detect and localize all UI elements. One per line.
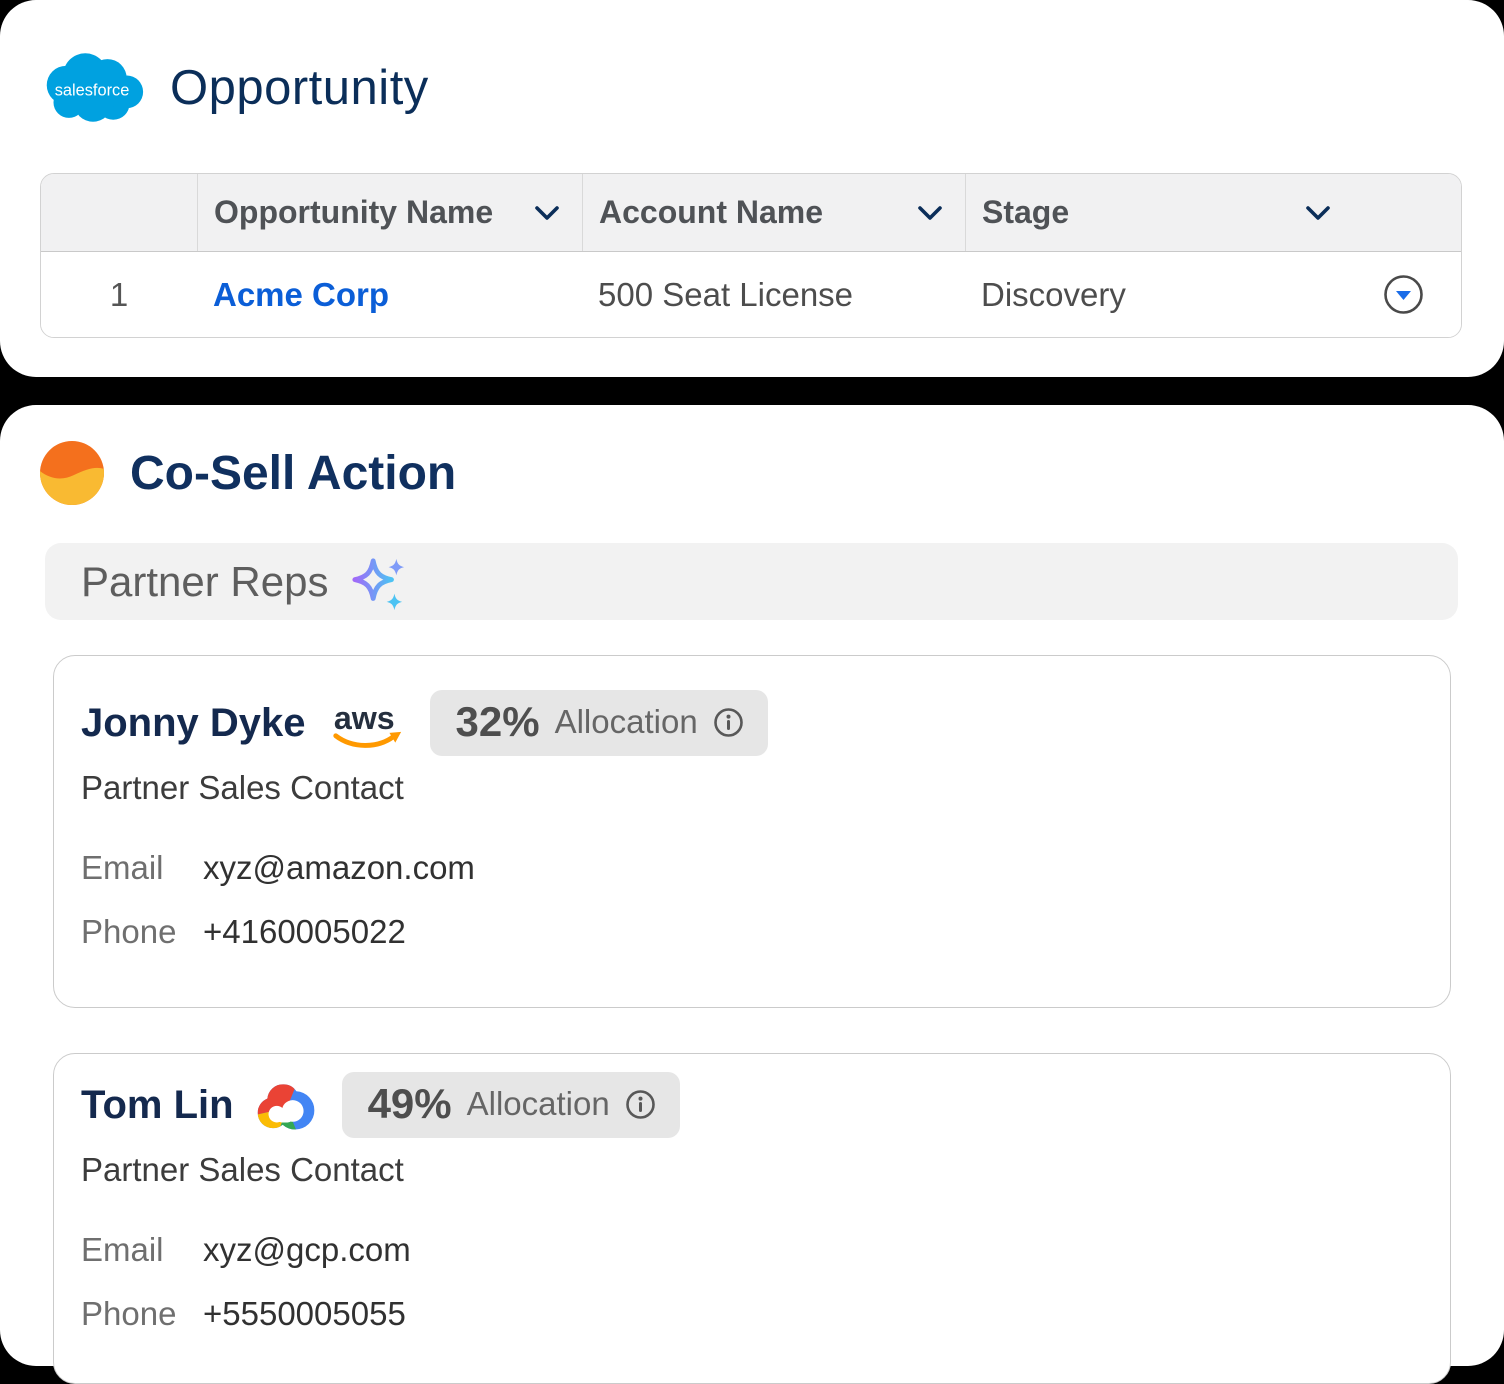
opportunity-header: salesforce Opportunity [0, 0, 1504, 126]
allocation-badge: 32% Allocation [430, 690, 768, 756]
phone-label: Phone [81, 913, 203, 951]
ai-sparkles-icon [348, 556, 408, 612]
aws-logo-icon: aws [327, 699, 407, 753]
chevron-down-icon[interactable] [1305, 205, 1331, 221]
cosell-sun-logo-icon [40, 441, 104, 505]
rep-name: Jonny Dyke [81, 701, 306, 746]
salesforce-wordmark: salesforce [55, 82, 130, 100]
salesforce-opportunity-card: salesforce Opportunity Opportunity Name … [0, 0, 1504, 377]
phone-row: Phone +4160005022 [81, 913, 1422, 951]
phone-value: +4160005022 [203, 913, 406, 951]
email-row: Email xyz@amazon.com [81, 849, 1422, 887]
column-label: Account Name [599, 194, 823, 231]
email-value: xyz@amazon.com [203, 849, 475, 887]
allocation-percent: 32% [456, 698, 540, 746]
allocation-percent: 49% [368, 1080, 452, 1128]
phone-row: Phone +5550005055 [81, 1295, 1422, 1333]
partner-rep-card: Jonny Dyke aws 32% Allocation Partner Sa… [53, 655, 1451, 1008]
partner-reps-label: Partner Reps [81, 558, 328, 606]
co-sell-header: Co-Sell Action [0, 441, 1504, 505]
circle-chevron-down-icon[interactable] [1383, 274, 1424, 315]
column-label: Opportunity Name [214, 194, 493, 231]
allocation-label: Allocation [467, 1085, 610, 1123]
row-number: 1 [41, 276, 197, 314]
table-row: 1 Acme Corp 500 Seat License Discovery [41, 252, 1461, 337]
column-header-account-name: Account Name [582, 174, 965, 251]
email-label: Email [81, 1231, 203, 1269]
phone-label: Phone [81, 1295, 203, 1333]
allocation-badge: 49% Allocation [342, 1072, 680, 1138]
table-header-row: Opportunity Name Account Name Stage [41, 174, 1461, 252]
chevron-down-icon[interactable] [917, 205, 943, 221]
allocation-label: Allocation [555, 703, 698, 741]
chevron-down-icon[interactable] [534, 205, 560, 221]
stage-cell: Discovery [965, 274, 1461, 315]
rep-role: Partner Sales Contact [81, 1151, 1422, 1189]
partner-rep-card: Tom Lin [53, 1053, 1451, 1384]
stage-value: Discovery [981, 276, 1126, 314]
rep-header-row: Tom Lin [81, 1072, 1422, 1138]
row-number-column-header [41, 174, 197, 251]
section-title: Co-Sell Action [130, 446, 456, 501]
opportunity-link[interactable]: Acme Corp [213, 276, 389, 313]
email-row: Email xyz@gcp.com [81, 1231, 1422, 1269]
account-name-cell: 500 Seat License [582, 276, 965, 314]
column-label: Stage [982, 194, 1069, 231]
info-icon[interactable] [713, 707, 744, 738]
aws-wordmark: aws [333, 700, 394, 736]
column-header-opportunity-name: Opportunity Name [197, 174, 582, 251]
email-label: Email [81, 849, 203, 887]
opportunity-table: Opportunity Name Account Name Stage 1 [40, 173, 1462, 338]
salesforce-logo-icon: salesforce [40, 50, 146, 126]
email-value: xyz@gcp.com [203, 1231, 411, 1269]
rep-role: Partner Sales Contact [81, 769, 1422, 807]
page-title: Opportunity [170, 60, 429, 116]
opportunity-name-cell: Acme Corp [197, 276, 582, 314]
partner-reps-bar: Partner Reps [45, 543, 1458, 620]
info-icon[interactable] [625, 1089, 656, 1120]
phone-value: +5550005055 [203, 1295, 406, 1333]
rep-header-row: Jonny Dyke aws 32% Allocation [81, 690, 1422, 756]
rep-name: Tom Lin [81, 1083, 234, 1128]
column-header-stage: Stage [965, 174, 1461, 251]
co-sell-action-card: Co-Sell Action Partner Reps Jonny Dyke a… [0, 405, 1504, 1366]
google-cloud-logo-icon [255, 1081, 319, 1132]
